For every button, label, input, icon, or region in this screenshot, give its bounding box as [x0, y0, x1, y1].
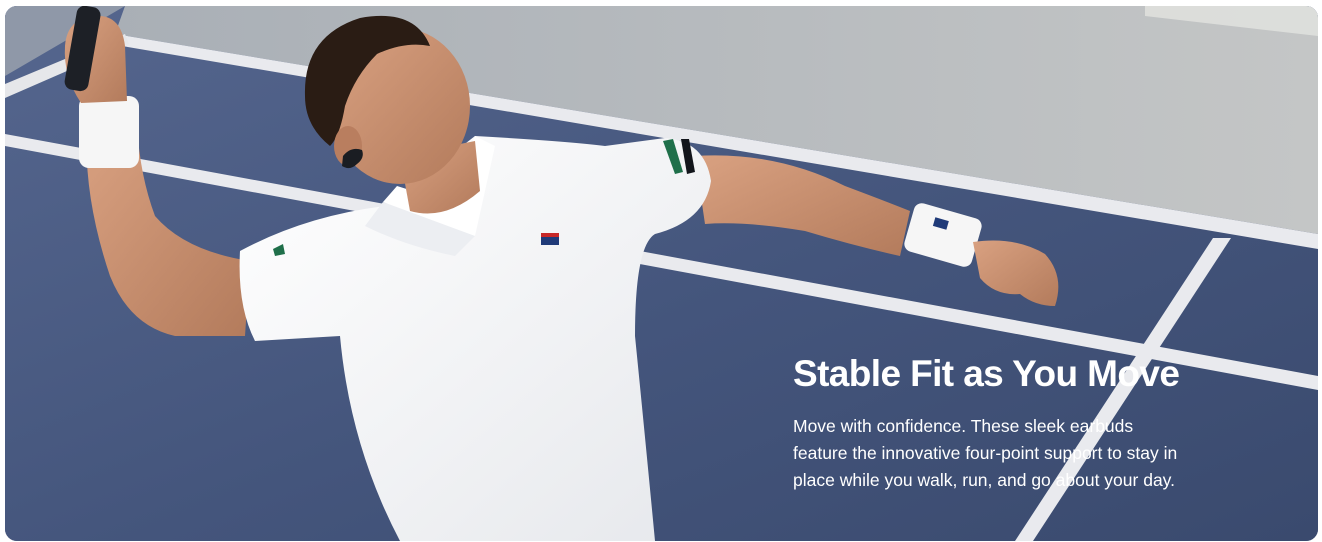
hero-description-line-2: feature the innovative four-point suppor… [793, 443, 1178, 463]
hero-banner: Stable Fit as You Move Move with confide… [5, 6, 1318, 541]
hero-copy: Stable Fit as You Move Move with confide… [793, 351, 1233, 494]
hero-description: Move with confidence. These sleek earbud… [793, 413, 1233, 494]
hero-description-line-1: Move with confidence. These sleek earbud… [793, 416, 1134, 436]
hero-description-line-3: place while you walk, run, and go about … [793, 470, 1175, 490]
hero-title: Stable Fit as You Move [793, 353, 1180, 394]
